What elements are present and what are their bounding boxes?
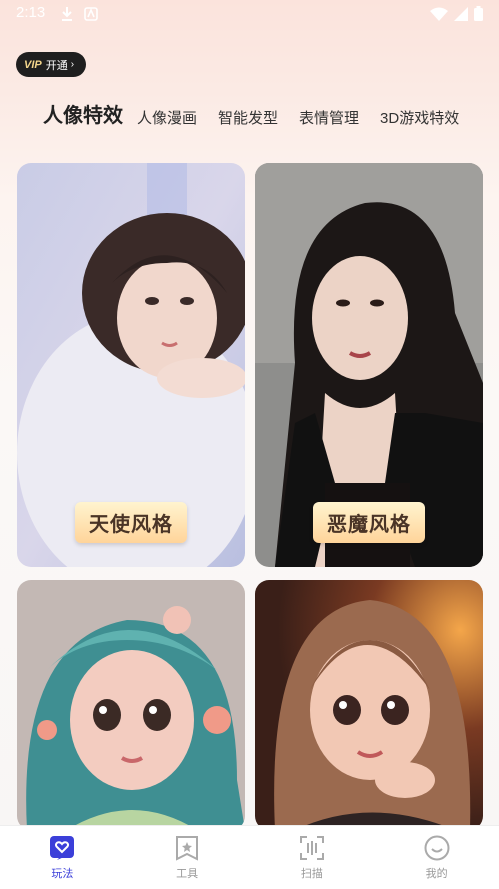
card-label-angel: 天使风格 [75, 502, 187, 543]
battery-icon [474, 6, 483, 21]
nav-mine[interactable]: 我的 [374, 826, 499, 889]
wifi-icon [430, 7, 448, 21]
tab-3d-game-effects[interactable]: 3D游戏特效 [380, 107, 459, 128]
scan-icon [299, 836, 324, 860]
nav-scan[interactable]: 扫描 [250, 826, 375, 889]
tab-portrait-effects[interactable]: 人像特效 [43, 99, 123, 128]
nav-label-mine: 我的 [425, 868, 448, 880]
vip-open-button[interactable]: VIP 开通 › [16, 52, 86, 77]
app-notification-icon [84, 7, 98, 21]
tab-smart-hairstyle[interactable]: 智能发型 [218, 107, 278, 128]
category-tabs: 人像特效 人像漫画 智能发型 表情管理 3D游戏特效 [43, 98, 480, 128]
nav-tools[interactable]: 工具 [125, 826, 250, 889]
cartoon-brown-girl-image [255, 580, 483, 830]
smiley-icon [424, 835, 450, 861]
heart-chat-icon [50, 836, 75, 860]
nav-label-play: 玩法 [51, 868, 74, 880]
effect-card-3d-teal[interactable] [17, 580, 245, 830]
nav-label-tools: 工具 [176, 868, 199, 880]
nav-label-scan: 扫描 [300, 868, 323, 880]
bottom-navigation: 玩法 工具 扫描 我的 [0, 825, 499, 889]
effect-card-angel[interactable]: 天使风格 [17, 163, 245, 567]
signal-icon [454, 6, 468, 21]
bookmark-star-icon [176, 836, 199, 861]
effect-card-3d-brown[interactable] [255, 580, 483, 830]
status-time: 2:13 [16, 4, 46, 21]
card-label-devil: 恶魔风格 [313, 502, 425, 543]
status-bar: 2:13 [0, 0, 499, 28]
tab-expression[interactable]: 表情管理 [299, 107, 359, 128]
vip-badge: VIP [24, 58, 42, 71]
download-icon [62, 7, 72, 21]
tab-portrait-comics[interactable]: 人像漫画 [137, 107, 197, 128]
cartoon-teal-girl-image [17, 580, 245, 830]
chevron-right-icon: › [70, 59, 75, 70]
vip-label: 开通 [45, 59, 68, 72]
nav-play[interactable]: 玩法 [0, 826, 125, 889]
effect-card-devil[interactable]: 恶魔风格 [255, 163, 483, 567]
